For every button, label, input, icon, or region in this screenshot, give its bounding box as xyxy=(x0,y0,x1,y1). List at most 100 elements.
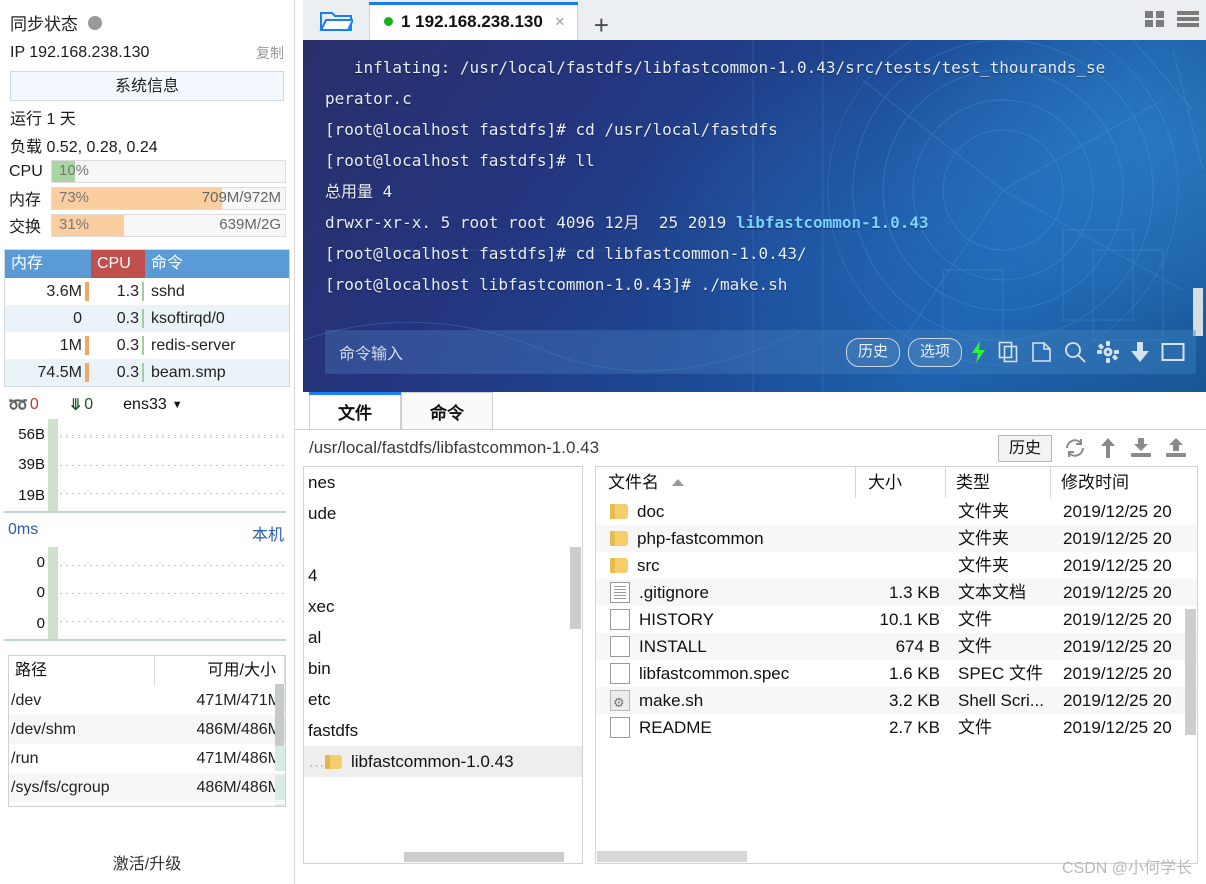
up-directory-icon[interactable] xyxy=(1099,438,1117,458)
list-view-icon[interactable] xyxy=(1176,9,1200,33)
open-folder-icon[interactable] xyxy=(303,0,369,40)
file-list-horizontal-scrollbar[interactable] xyxy=(597,851,747,862)
directory-tree[interactable]: nes ude 4 xec al bin etc fastdfs … libfastcommon-… xyxy=(303,466,583,864)
file-list-header: 文件名 大小 类型 修改时间 xyxy=(596,467,1197,498)
file-name-cell: doc xyxy=(596,498,856,525)
process-row[interactable]: 0 0.3 ksoftirqd/0 xyxy=(5,305,289,332)
text-file-icon xyxy=(610,582,630,603)
process-row[interactable]: 1M 0.3 redis-server xyxy=(5,332,289,359)
process-header-command[interactable]: 命令 xyxy=(145,250,289,278)
tree-item[interactable]: bin xyxy=(304,653,582,684)
upload-arrow-icon: ➿ xyxy=(8,397,28,414)
file-row[interactable]: src 文件夹 2019/12/25 20 xyxy=(596,552,1197,579)
tree-horizontal-scrollbar[interactable] xyxy=(404,852,564,862)
network-graph-plot xyxy=(48,419,286,511)
connection-status-icon xyxy=(384,17,393,26)
tree-item[interactable]: 4 xyxy=(304,560,582,591)
column-header-size[interactable]: 大小 xyxy=(856,467,946,498)
disk-row[interactable]: /dev/shm 486M/486M xyxy=(9,715,285,744)
terminal-options-button[interactable]: 选项 xyxy=(907,337,962,367)
load-average-label: 负载 0.52, 0.28, 0.24 xyxy=(10,139,158,156)
file-size: 1.3 KB xyxy=(888,583,940,602)
tree-item[interactable]: xec xyxy=(304,591,582,622)
process-row[interactable]: 74.5M 0.3 beam.smp xyxy=(5,359,289,386)
latency-tick-2: 0 xyxy=(36,615,45,633)
disk-row[interactable]: /dev 471M/471M xyxy=(9,686,285,715)
terminal-history-button[interactable]: 历史 xyxy=(845,337,900,367)
terminal-tab[interactable]: 1 192.168.238.130 × xyxy=(369,2,578,40)
tree-item[interactable] xyxy=(304,529,582,560)
gear-icon[interactable] xyxy=(1097,341,1119,363)
tree-vertical-scrollbar[interactable] xyxy=(570,547,581,629)
tab-commands[interactable]: 命令 xyxy=(401,392,493,429)
tab-files[interactable]: 文件 xyxy=(309,392,401,429)
tree-item-label: bin xyxy=(308,659,331,678)
column-header-mtime[interactable]: 修改时间 xyxy=(1051,467,1197,498)
process-table-header: 内存 CPU 命令 xyxy=(5,250,289,278)
activate-upgrade-link[interactable]: 激活/升级 xyxy=(0,850,294,874)
tree-item-label: 4 xyxy=(308,566,318,585)
latency-target[interactable]: 本机 xyxy=(252,521,284,545)
disk-table-scrollbar[interactable] xyxy=(275,684,284,746)
copy-ip-button[interactable]: 复制 xyxy=(256,43,284,63)
latency-graph-axis: 0 0 0 xyxy=(4,547,48,639)
lightning-icon[interactable] xyxy=(970,341,987,363)
folder-icon xyxy=(325,755,342,769)
memory-gauge: 73% 709M/972M xyxy=(51,186,286,210)
network-stats-row: ➿ 0 ⤋ 0 ens33 ▼ xyxy=(0,387,294,419)
close-icon[interactable]: × xyxy=(555,12,565,32)
file-row[interactable]: .gitignore 1.3 KB 文本文档 2019/12/25 20 xyxy=(596,579,1197,606)
process-row[interactable]: 3.6M 1.3 sshd xyxy=(5,278,289,305)
process-header-memory[interactable]: 内存 xyxy=(5,250,91,278)
terminal-output-area[interactable]: inflating: /usr/local/fastdfs/libfastcom… xyxy=(303,40,1206,392)
refresh-icon[interactable] xyxy=(1064,438,1086,458)
tree-item[interactable]: al xyxy=(304,622,582,653)
terminal-scrollbar[interactable] xyxy=(1193,288,1203,336)
path-history-button[interactable]: 历史 xyxy=(997,434,1052,462)
disk-row[interactable]: /7.4G/16.6G xyxy=(9,802,285,806)
window-icon[interactable] xyxy=(1161,342,1185,362)
tree-item[interactable]: … libfastcommon-1.0.43 xyxy=(304,746,582,777)
path-input[interactable]: /usr/local/fastdfs/libfastcommon-1.0.43 xyxy=(309,438,998,458)
column-header-type[interactable]: 类型 xyxy=(946,467,1051,498)
download-icon[interactable] xyxy=(1130,341,1150,363)
copy-icon[interactable] xyxy=(998,341,1020,363)
file-browser-body: nes ude 4 xec al bin etc fastdfs … libfastcommon-… xyxy=(295,466,1206,864)
command-input[interactable]: 命令输入 xyxy=(325,340,846,364)
tree-item[interactable]: nes xyxy=(304,467,582,498)
file-row[interactable]: php-fastcommon 文件夹 2019/12/25 20 xyxy=(596,525,1197,552)
file-row[interactable]: make.sh 3.2 KB Shell Scri... 2019/12/25 20 xyxy=(596,687,1197,716)
new-tab-button[interactable]: + xyxy=(594,12,609,38)
tree-item-label: etc xyxy=(308,690,331,709)
disk-usage-table: 路径 可用/大小 /dev 471M/471M/dev/shm 486M/486M /… xyxy=(8,655,286,807)
memory-gauge-row: 内存 73% 709M/972M xyxy=(0,183,294,210)
column-header-filename[interactable]: 文件名 xyxy=(596,467,856,498)
file-row[interactable]: HISTORY 10.1 KB 文件 2019/12/25 20 xyxy=(596,606,1197,633)
chevron-down-icon[interactable]: ▼ xyxy=(172,399,183,411)
file-row[interactable]: doc 文件夹 2019/12/25 20 xyxy=(596,498,1197,525)
file-row[interactable]: README 2.7 KB 文件 2019/12/25 20 xyxy=(596,714,1197,741)
file-row[interactable]: libfastcommon.spec 1.6 KB SPEC 文件 2019/12/2… xyxy=(596,660,1197,687)
swap-gauge-label: 交换 xyxy=(9,219,42,236)
disk-header-size[interactable]: 可用/大小 xyxy=(155,656,285,686)
system-info-button[interactable]: 系统信息 xyxy=(10,71,284,101)
file-row[interactable]: INSTALL 674 B 文件 2019/12/25 20 xyxy=(596,633,1197,660)
terminal-highlight: libfastcommon-1.0.43 xyxy=(735,213,929,232)
download-rate-value: 0 xyxy=(84,396,94,413)
tree-item[interactable]: ude xyxy=(304,498,582,529)
tree-item-label: ude xyxy=(308,504,337,523)
disk-header-path[interactable]: 路径 xyxy=(9,656,155,686)
tree-item[interactable]: etc xyxy=(304,684,582,715)
disk-row[interactable]: /run 471M/486M xyxy=(9,744,285,773)
search-icon[interactable] xyxy=(1064,341,1086,363)
grid-view-icon[interactable] xyxy=(1144,9,1166,33)
paste-icon[interactable] xyxy=(1031,341,1053,363)
process-header-cpu[interactable]: CPU xyxy=(91,250,145,278)
file-list-vertical-scrollbar[interactable] xyxy=(1185,609,1196,735)
disk-row[interactable]: /sys/fs/cgroup 486M/486M xyxy=(9,773,285,802)
download-icon[interactable] xyxy=(1130,438,1152,458)
tree-item[interactable]: fastdfs xyxy=(304,715,582,746)
file-list[interactable]: 文件名 大小 类型 修改时间 doc 文件夹 2019/12/25 20 php-fa… xyxy=(595,466,1198,864)
upload-icon[interactable] xyxy=(1165,438,1187,458)
network-interface-select[interactable]: ens33 xyxy=(123,396,167,414)
